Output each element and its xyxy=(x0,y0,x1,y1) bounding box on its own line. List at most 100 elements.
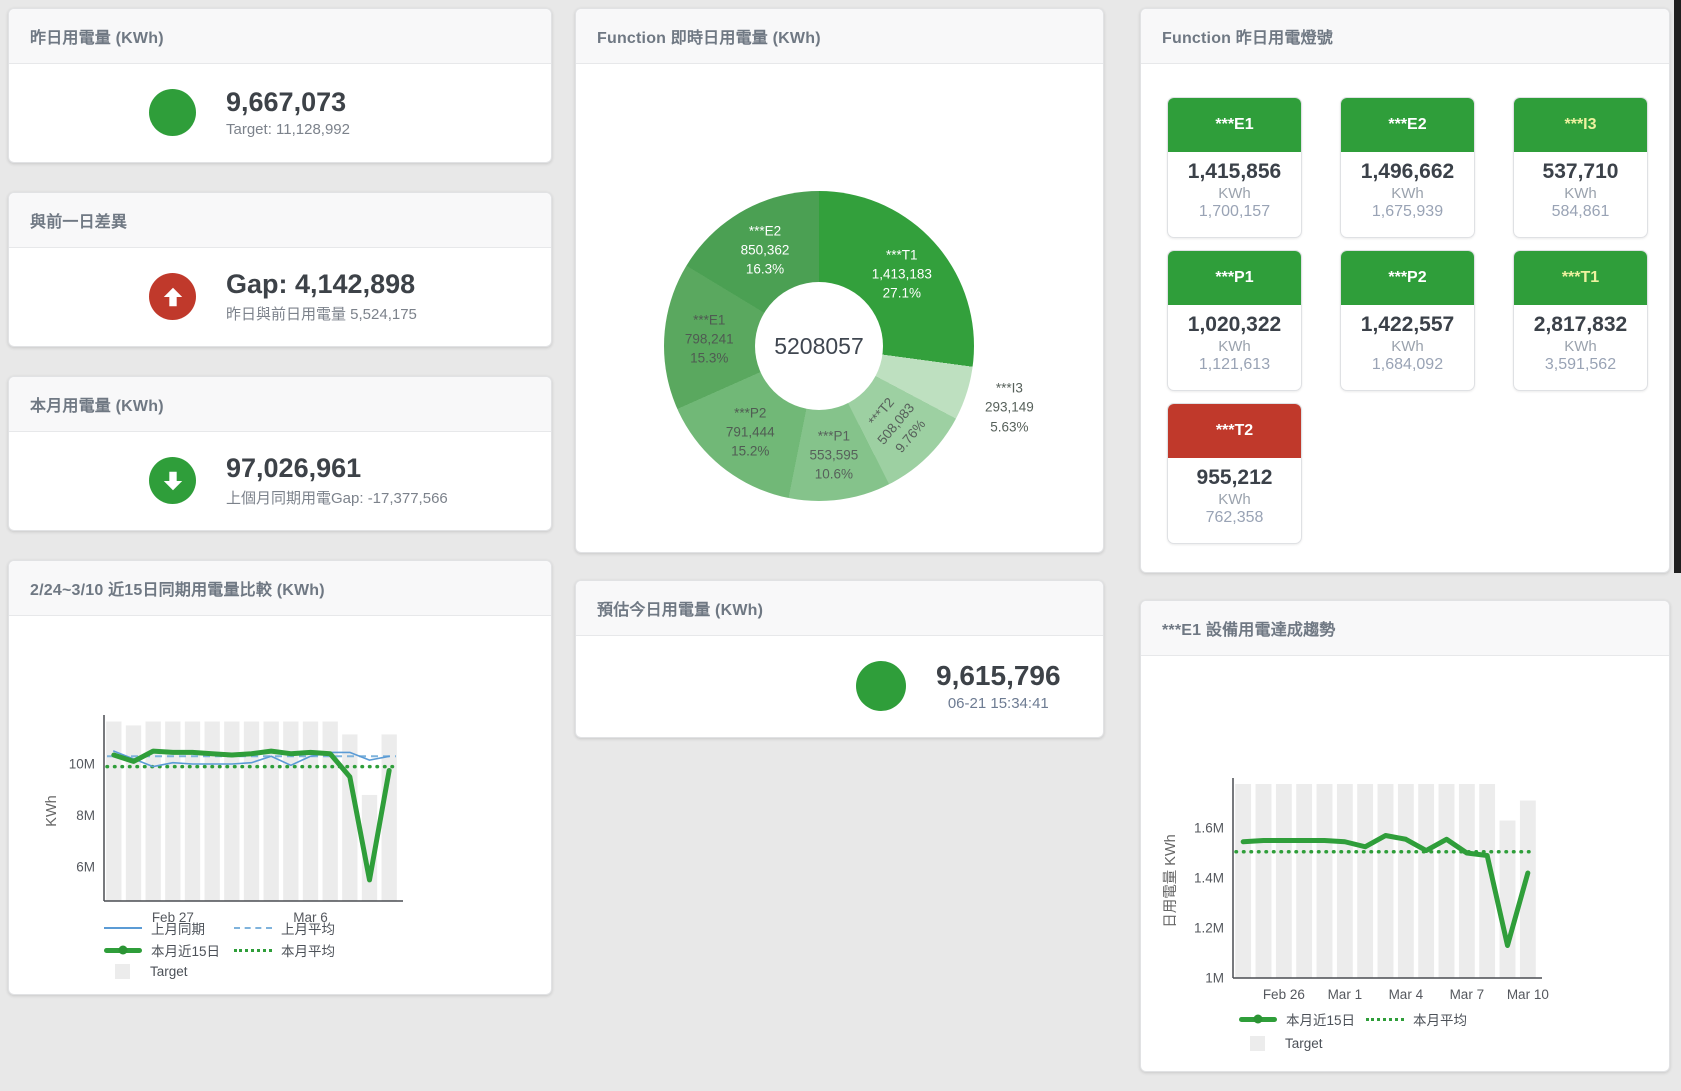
device-target-value: 584,861 xyxy=(1514,203,1647,221)
scrollbar[interactable] xyxy=(1674,0,1681,573)
legend-label: 本月平均 xyxy=(1413,1009,1467,1029)
blue-line-swatch-icon xyxy=(104,927,142,929)
device-target-value: 1,121,613 xyxy=(1168,356,1301,374)
legend-label: 上月平均 xyxy=(281,918,335,938)
legend-label: 本月平均 xyxy=(281,940,335,960)
green-dotted-swatch-icon xyxy=(1366,1018,1404,1021)
today-estimate-timestamp: 06-21 15:34:41 xyxy=(936,695,1061,712)
device-label: ***P1 xyxy=(1215,269,1253,287)
gray-square-swatch-icon xyxy=(115,964,130,979)
svg-text:日用電量 KWh: 日用電量 KWh xyxy=(1163,834,1179,927)
legend-item-this-month-15days[interactable]: 本月近15日 xyxy=(104,940,234,960)
device-usage-value: 955,212 xyxy=(1168,466,1301,490)
gap-value: Gap: 4,142,898 xyxy=(226,269,417,300)
green-status-circle-icon xyxy=(149,89,196,136)
svg-text:Mar 10: Mar 10 xyxy=(1507,987,1549,1002)
svg-text:Mar 4: Mar 4 xyxy=(1389,987,1424,1002)
device-unit: KWh xyxy=(1168,185,1301,202)
svg-text:6M: 6M xyxy=(76,860,95,875)
device-tile-header: ***T2 xyxy=(1167,403,1302,458)
legend-label: 本月近15日 xyxy=(151,940,220,960)
card-title: 與前一日差異 xyxy=(9,193,551,248)
legend-label: Target xyxy=(150,964,188,979)
legend-item-last-month-average[interactable]: 上月平均 xyxy=(234,918,335,938)
card-15day-comparison-chart: 2/24~3/10 近15日同期用電量比較 (KWh) 6M8M10MFeb 2… xyxy=(8,560,552,995)
realtime-usage-donut-chart[interactable]: 5208057 ***T11,413,18327.1%***I3293,1495… xyxy=(664,191,974,501)
today-estimate-title: 預估今日用電量 (KWh) xyxy=(597,596,763,620)
green-thick-line-swatch-icon xyxy=(104,948,142,953)
donut-slice-label: ***T11,413,18327.1% xyxy=(872,245,932,302)
legend-label: 本月近15日 xyxy=(1286,1009,1355,1029)
legend-item-this-month-15days[interactable]: 本月近15日 xyxy=(1239,1009,1366,1029)
donut-slice-label: ***P2791,44415.2% xyxy=(726,403,775,460)
device-unit: KWh xyxy=(1341,338,1474,355)
device-target-value: 762,358 xyxy=(1168,509,1301,527)
device-usage-value: 1,422,557 xyxy=(1341,313,1474,337)
device-status-tile: ***E2 1,496,662 KWh 1,675,939 xyxy=(1340,97,1475,238)
card-today-estimate: 預估今日用電量 (KWh) 9,615,796 06-21 15:34:41 xyxy=(575,580,1104,738)
device-tile-header: ***E2 xyxy=(1340,97,1475,152)
device-usage-value: 1,020,322 xyxy=(1168,313,1301,337)
device-tile-header: ***P2 xyxy=(1340,250,1475,305)
svg-text:10M: 10M xyxy=(69,757,95,772)
legend-item-last-month-same-period[interactable]: 上月同期 xyxy=(104,918,234,938)
device-usage-value: 537,710 xyxy=(1514,160,1647,184)
device-status-tile: ***T1 2,817,832 KWh 3,591,562 xyxy=(1513,250,1648,391)
card-title: 昨日用電量 (KWh) xyxy=(9,9,551,64)
device-label: ***P2 xyxy=(1388,269,1426,287)
svg-text:1M: 1M xyxy=(1205,971,1224,986)
card-title: 預估今日用電量 (KWh) xyxy=(576,581,1103,636)
device-label: ***T2 xyxy=(1216,422,1253,440)
svg-text:1.6M: 1.6M xyxy=(1194,821,1224,836)
green-status-circle-icon xyxy=(856,661,906,711)
gray-square-swatch-icon xyxy=(1250,1036,1265,1051)
svg-text:1.2M: 1.2M xyxy=(1194,921,1224,936)
card-e1-trend-chart: ***E1 設備用電達成趨勢 1M1.2M1.4M1.6MFeb 26Mar 1… xyxy=(1140,600,1670,1072)
green-status-circle-icon xyxy=(149,457,196,504)
device-unit: KWh xyxy=(1514,338,1647,355)
device-target-value: 1,675,939 xyxy=(1341,203,1474,221)
blue-dashed-swatch-icon xyxy=(234,927,272,929)
device-unit: KWh xyxy=(1168,491,1301,508)
device-tile-header: ***T1 xyxy=(1513,250,1648,305)
today-estimate-value: 9,615,796 xyxy=(936,660,1061,692)
legend-item-this-month-average[interactable]: 本月平均 xyxy=(1366,1009,1467,1029)
svg-text:1.4M: 1.4M xyxy=(1194,871,1224,886)
yesterday-usage-title: 昨日用電量 (KWh) xyxy=(30,24,164,48)
donut-slice-label: ***P1553,59510.6% xyxy=(810,426,859,483)
legend-item-target[interactable]: Target xyxy=(1239,1036,1323,1051)
card-month-usage: 本月用電量 (KWh) 97,026,961 上個月同期用電Gap: -17,3… xyxy=(8,376,552,531)
month-usage-title: 本月用電量 (KWh) xyxy=(30,392,164,416)
device-unit: KWh xyxy=(1514,185,1647,202)
device-status-tile: ***P1 1,020,322 KWh 1,121,613 xyxy=(1167,250,1302,391)
device-status-tile: ***E1 1,415,856 KWh 1,700,157 xyxy=(1167,97,1302,238)
device-label: ***E1 xyxy=(1215,116,1253,134)
e1-trend-line-chart[interactable]: 1M1.2M1.4M1.6MFeb 26Mar 1Mar 4Mar 7Mar 1… xyxy=(1141,601,1671,1073)
legend-item-target[interactable]: Target xyxy=(104,964,188,979)
card-yesterday-usage: 昨日用電量 (KWh) 9,667,073 Target: 11,128,992 xyxy=(8,8,552,163)
device-unit: KWh xyxy=(1341,185,1474,202)
device-target-value: 1,684,092 xyxy=(1341,356,1474,374)
device-tile-header: ***P1 xyxy=(1167,250,1302,305)
device-usage-value: 1,415,856 xyxy=(1168,160,1301,184)
green-dotted-swatch-icon xyxy=(234,949,272,952)
red-status-circle-icon xyxy=(149,273,196,320)
donut-slice-label: ***I3293,1495.63% xyxy=(985,378,1034,435)
svg-text:Mar 7: Mar 7 xyxy=(1450,987,1485,1002)
device-usage-value: 1,496,662 xyxy=(1341,160,1474,184)
device-target-value: 1,700,157 xyxy=(1168,203,1301,221)
legend-item-this-month-average[interactable]: 本月平均 xyxy=(234,940,335,960)
green-thick-line-swatch-icon xyxy=(1239,1017,1277,1022)
svg-text:Mar 1: Mar 1 xyxy=(1328,987,1363,1002)
device-label: ***I3 xyxy=(1564,116,1596,134)
month-usage-gap: 上個月同期用電Gap: -17,377,566 xyxy=(226,487,448,508)
card-yesterday-status-lights: Function 昨日用電燈號 ***E1 1,415,856 KWh 1,70… xyxy=(1140,8,1670,573)
arrow-up-icon xyxy=(160,284,186,310)
svg-text:8M: 8M xyxy=(76,808,95,823)
device-status-tile: ***I3 537,710 KWh 584,861 xyxy=(1513,97,1648,238)
donut-center-total: 5208057 xyxy=(755,282,883,410)
card-gap-previous-day: 與前一日差異 Gap: 4,142,898 昨日與前日用電量 5,524,175 xyxy=(8,192,552,347)
device-label: ***E2 xyxy=(1388,116,1426,134)
device-target-value: 3,591,562 xyxy=(1514,356,1647,374)
device-status-tile: ***P2 1,422,557 KWh 1,684,092 xyxy=(1340,250,1475,391)
